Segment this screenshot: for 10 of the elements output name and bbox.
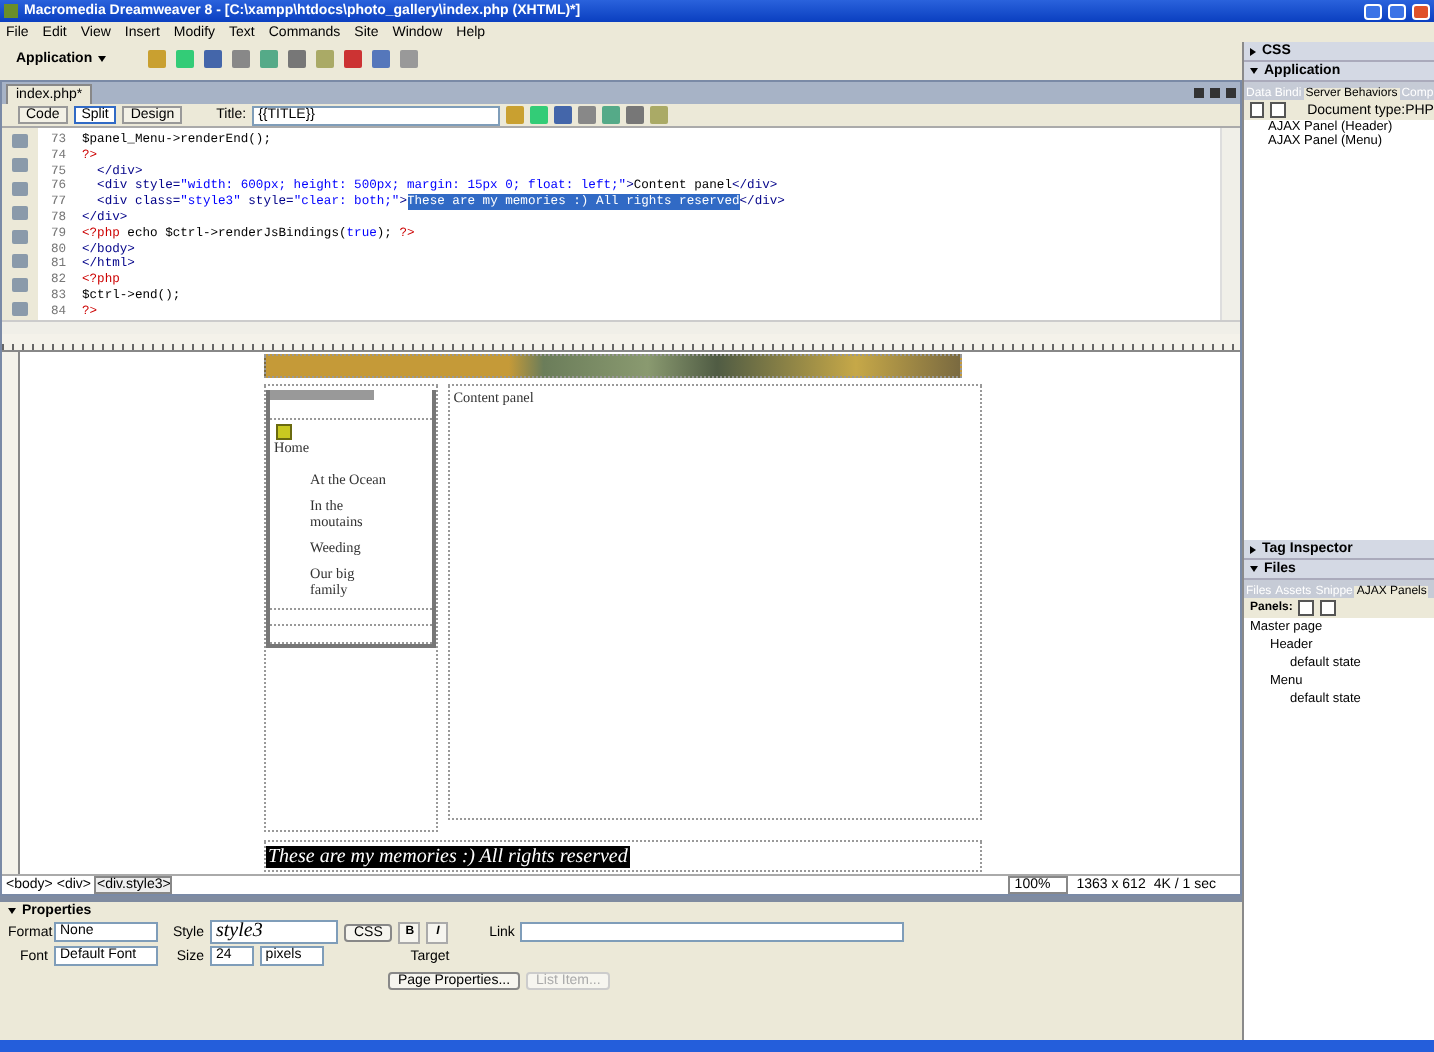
app-icon <box>4 4 18 18</box>
horizontal-scrollbar[interactable] <box>2 320 1240 334</box>
image-icon <box>276 424 292 440</box>
vertical-scrollbar[interactable] <box>1220 128 1240 320</box>
close-button[interactable] <box>1412 3 1430 19</box>
minimize-button[interactable] <box>1364 3 1382 19</box>
maximize-button[interactable] <box>1388 3 1406 19</box>
style-select[interactable]: style3 <box>210 920 338 944</box>
link-field[interactable] <box>520 922 905 942</box>
footer-text: These are my memories :) All rights reserved <box>266 845 630 867</box>
